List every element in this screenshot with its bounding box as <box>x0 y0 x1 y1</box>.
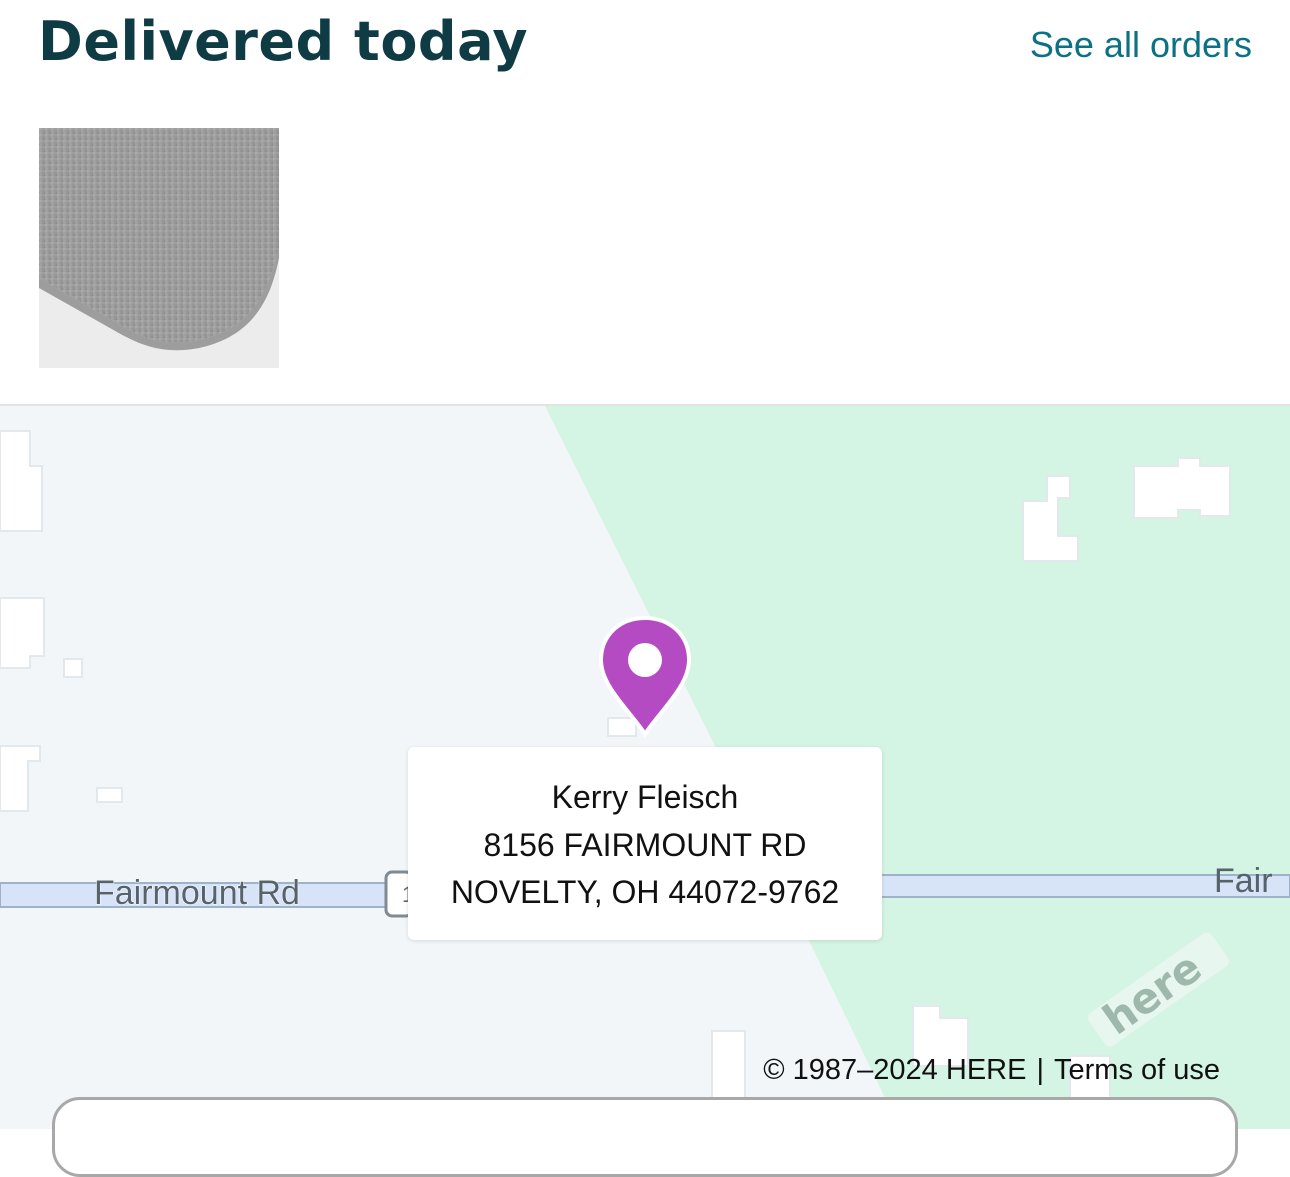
street-address: 8156 FAIRMOUNT RD <box>483 827 807 863</box>
road-label-fairmount: Fairmount Rd <box>94 874 300 912</box>
terms-of-use-link[interactable]: Terms of use <box>1054 1054 1220 1086</box>
map-attribution: © 1987–2024 HERE | Terms of use <box>763 1054 1220 1087</box>
location-pin-icon <box>597 614 693 740</box>
delivery-header: Delivered today See all orders <box>0 0 1290 100</box>
product-thumbnail[interactable] <box>39 128 279 368</box>
recipient-name: Kerry Fleisch <box>551 779 739 815</box>
page-title: Delivered today <box>38 10 529 73</box>
city-state-zip: NOVELTY, OH 44072-9762 <box>450 874 840 910</box>
see-all-orders-link[interactable]: See all orders <box>1030 24 1252 66</box>
delivery-map[interactable]: 1 Fairmount Rd Fair here Kerry Fleisch 8… <box>0 406 1290 1129</box>
attribution-separator: | <box>1036 1054 1044 1086</box>
fitted-sheet-image <box>39 128 279 368</box>
bottom-panel[interactable] <box>52 1097 1238 1177</box>
road-label-fairmount-east: Fair <box>1214 862 1273 900</box>
address-card: Kerry Fleisch 8156 FAIRMOUNT RD NOVELTY,… <box>408 747 882 940</box>
copyright-text: © 1987–2024 HERE <box>763 1054 1027 1086</box>
